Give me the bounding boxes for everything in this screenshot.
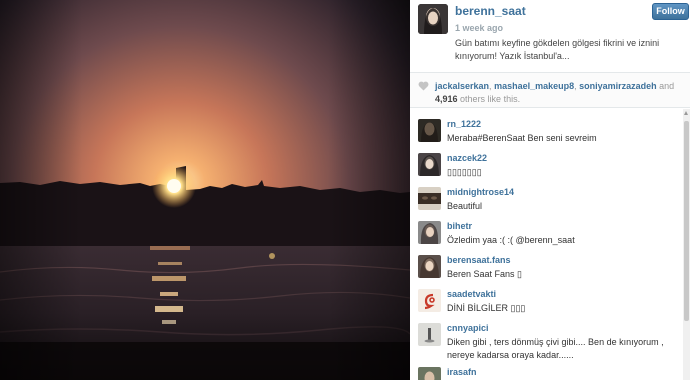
comment-item: irasafn (410, 357, 682, 380)
commenter-username[interactable]: rn_1222 (447, 119, 481, 129)
liker-link[interactable]: jackalserkan (435, 81, 489, 91)
comment-item: cnnyapici Diken gibi , ters dönmüş çivi … (410, 313, 682, 360)
comment-item: saadetvakti DİNİ BİLGİLER ▯▯▯ (410, 279, 682, 313)
avatar-image-icon (418, 221, 441, 244)
chevron-up-icon[interactable] (684, 111, 688, 115)
comment-list: rn_1222 Meraba#BerenSaat Ben seni sevrei… (410, 109, 690, 380)
likes-others-suffix: others like this. (460, 94, 521, 104)
avatar-image-icon (418, 119, 441, 142)
commenter-avatar[interactable] (418, 221, 441, 244)
avatar-image-icon (418, 323, 441, 346)
avatar-image-icon (418, 153, 441, 176)
owner-avatar[interactable] (418, 4, 448, 34)
commenter-avatar[interactable] (418, 323, 441, 346)
commenter-username[interactable]: cnnyapici (447, 323, 489, 333)
sunset-photo (0, 0, 410, 380)
post-panel: berenn_saat 1 week ago Gün batımı keyfin… (410, 0, 690, 380)
commenter-avatar[interactable] (418, 367, 441, 380)
commenter-username[interactable]: midnightrose14 (447, 187, 514, 197)
comment-item: rn_1222 Meraba#BerenSaat Ben seni sevrei… (410, 109, 682, 143)
post-caption: Gün batımı keyfine gökdelen gölgesi fikr… (455, 38, 660, 61)
owner-username-link[interactable]: berenn_saat (455, 4, 526, 18)
post-timestamp: 1 week ago (455, 23, 504, 33)
avatar-image-icon (418, 4, 448, 34)
post-photo[interactable] (0, 0, 410, 380)
commenter-avatar[interactable] (418, 153, 441, 176)
avatar-image-icon (418, 255, 441, 278)
liker-link[interactable]: mashael_makeup8 (494, 81, 574, 91)
comment-item: berensaat.fans Beren Saat Fans ▯ (410, 245, 682, 279)
comment-item: midnightrose14 Beautiful (410, 177, 682, 211)
heart-icon[interactable] (418, 81, 429, 91)
comments-scrollbar[interactable] (683, 109, 690, 380)
commenter-username[interactable]: nazcek22 (447, 153, 487, 163)
follow-button[interactable]: Follow (652, 3, 689, 20)
commenter-username[interactable]: bihetr (447, 221, 472, 231)
avatar-image-icon (418, 289, 441, 312)
likes-and: and (659, 81, 675, 91)
commenter-avatar[interactable] (418, 289, 441, 312)
commenter-avatar[interactable] (418, 119, 441, 142)
commenter-username[interactable]: saadetvakti (447, 289, 496, 299)
commenter-avatar[interactable] (418, 187, 441, 210)
likes-summary: jackalserkan, mashael_makeup8, soniyamir… (435, 80, 685, 106)
avatar-image-icon (418, 187, 441, 210)
scrollbar-thumb[interactable] (684, 121, 689, 321)
commenter-avatar[interactable] (418, 255, 441, 278)
post-header: berenn_saat 1 week ago Gün batımı keyfin… (410, 0, 690, 70)
commenter-username[interactable]: irasafn (447, 367, 477, 377)
comment-item: nazcek22 ▯▯▯▯▯▯▯ (410, 143, 682, 177)
likes-others-count[interactable]: 4,916 (435, 94, 458, 104)
comment-item: bihetr Özledim yaa :( :( @berenn_saat (410, 211, 682, 245)
avatar-image-icon (418, 367, 441, 380)
likes-section: jackalserkan, mashael_makeup8, soniyamir… (410, 72, 690, 108)
liker-link[interactable]: soniyamirzazadeh (579, 81, 657, 91)
commenter-username[interactable]: berensaat.fans (447, 255, 511, 265)
